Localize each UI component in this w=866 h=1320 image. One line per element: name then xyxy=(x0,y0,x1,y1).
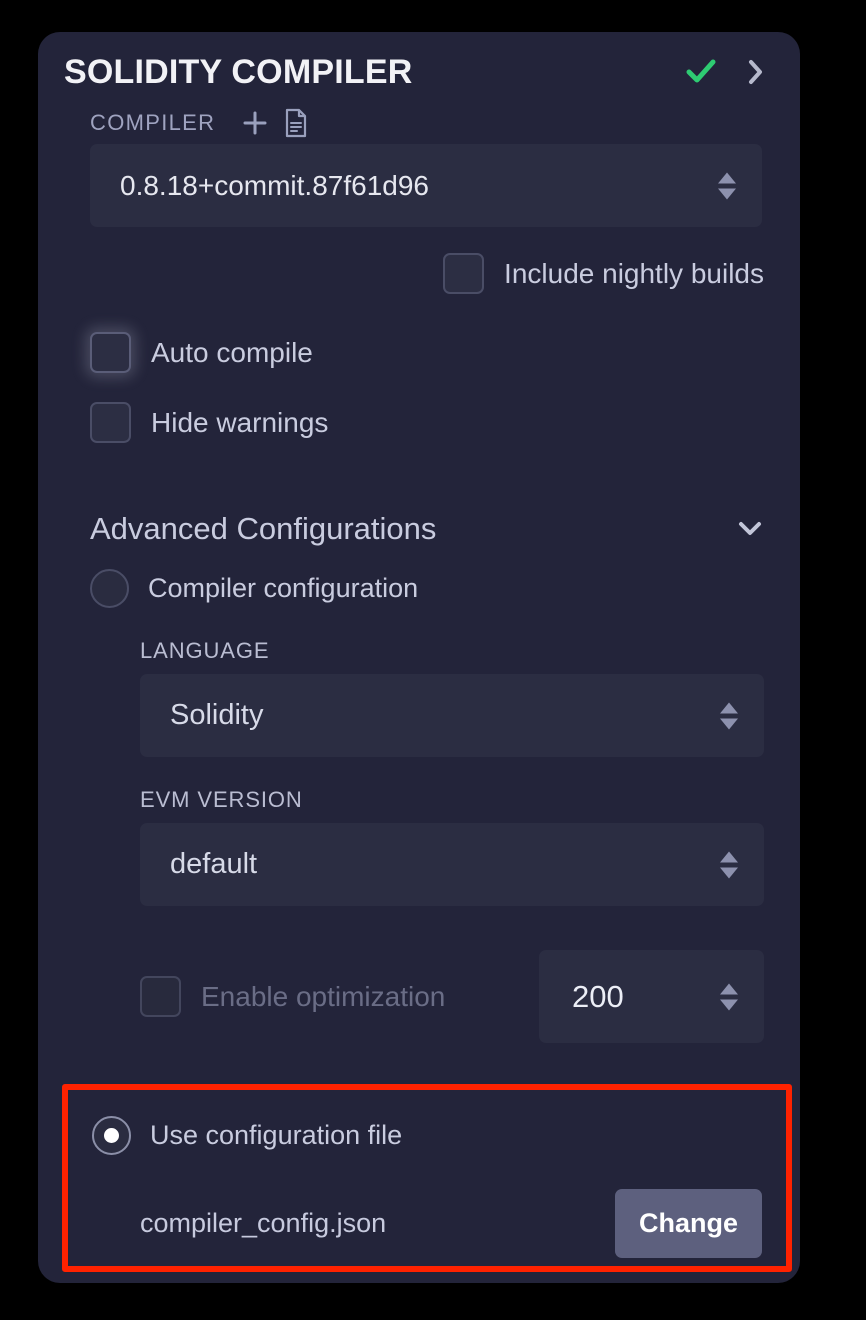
hide-warnings-checkbox[interactable] xyxy=(90,402,131,443)
select-spinner-icon[interactable] xyxy=(720,702,738,729)
use-configuration-file-radio[interactable] xyxy=(92,1116,131,1155)
auto-compile-row[interactable]: Auto compile xyxy=(38,332,800,373)
change-button[interactable]: Change xyxy=(614,1189,762,1258)
compiler-label-row: COMPILER xyxy=(38,94,800,140)
optimization-runs-stepper[interactable]: 200 xyxy=(539,950,764,1043)
select-spinner-icon[interactable] xyxy=(720,851,738,878)
file-document-icon[interactable] xyxy=(283,108,309,138)
enable-optimization-checkbox[interactable] xyxy=(140,976,181,1017)
configuration-file-row: compiler_config.json Change xyxy=(68,1189,786,1258)
check-icon xyxy=(684,55,718,89)
auto-compile-label: Auto compile xyxy=(151,336,313,368)
chevron-down-icon[interactable] xyxy=(736,518,764,540)
compiler-version-value: 0.8.18+commit.87f61d96 xyxy=(120,169,429,201)
configuration-filename: compiler_config.json xyxy=(140,1208,387,1238)
optimization-runs-value: 200 xyxy=(572,978,624,1014)
enable-optimization-label: Enable optimization xyxy=(201,980,446,1012)
evm-version-select[interactable]: default xyxy=(140,823,764,906)
compiler-label: COMPILER xyxy=(90,110,216,135)
use-configuration-file-highlight: Use configuration file compiler_config.j… xyxy=(62,1084,792,1272)
enable-optimization-row[interactable]: Enable optimization 200 xyxy=(38,950,800,1043)
page-title: SOLIDITY COMPILER xyxy=(64,52,413,91)
compiler-configuration-radio[interactable] xyxy=(90,569,129,608)
include-nightly-builds-checkbox[interactable] xyxy=(443,253,485,294)
advanced-configurations-header[interactable]: Advanced Configurations xyxy=(38,511,800,547)
language-select[interactable]: Solidity xyxy=(140,674,764,757)
advanced-configurations-title: Advanced Configurations xyxy=(90,511,437,546)
solidity-compiler-panel: SOLIDITY COMPILER COMPILER 0.8.18+commit… xyxy=(38,32,800,1283)
chevron-right-icon[interactable] xyxy=(744,57,768,87)
compiler-configuration-row[interactable]: Compiler configuration xyxy=(38,569,800,608)
panel-header: SOLIDITY COMPILER xyxy=(38,32,800,94)
plus-icon[interactable] xyxy=(241,109,269,137)
evm-version-value: default xyxy=(170,848,258,880)
compiler-version-select[interactable]: 0.8.18+commit.87f61d96 xyxy=(90,144,762,227)
language-label: LANGUAGE xyxy=(140,638,270,663)
hide-warnings-row[interactable]: Hide warnings xyxy=(38,402,800,443)
include-nightly-builds-row[interactable]: Include nightly builds xyxy=(38,227,800,294)
compiler-configuration-label: Compiler configuration xyxy=(148,573,419,603)
use-configuration-file-label: Use configuration file xyxy=(150,1120,403,1150)
select-spinner-icon[interactable] xyxy=(718,172,736,199)
stepper-spinner-icon[interactable] xyxy=(720,983,738,1010)
evm-version-label: EVM VERSION xyxy=(140,787,303,812)
include-nightly-builds-label: Include nightly builds xyxy=(504,257,764,289)
use-configuration-file-row[interactable]: Use configuration file xyxy=(68,1090,786,1155)
language-value: Solidity xyxy=(170,699,264,731)
auto-compile-checkbox[interactable] xyxy=(90,332,131,373)
hide-warnings-label: Hide warnings xyxy=(151,406,329,438)
